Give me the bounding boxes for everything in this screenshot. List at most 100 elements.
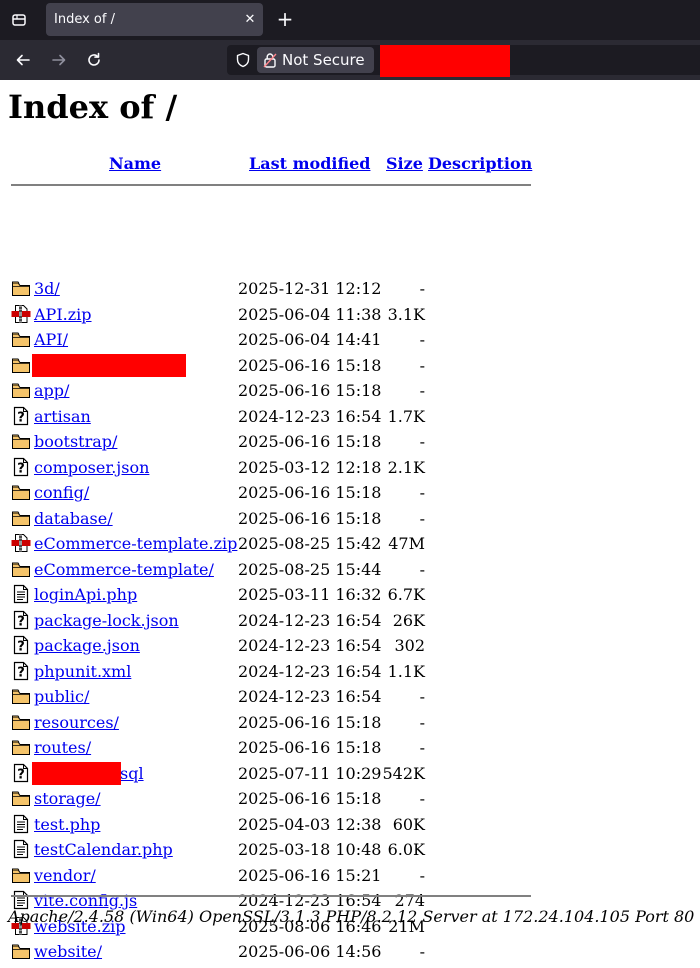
file-link[interactable]: 3d/ bbox=[34, 276, 60, 301]
last-modified-cell: 2025-06-16 15:18 bbox=[238, 738, 382, 757]
table-row: ? artisan 2024-12-23 16:54 1.7K bbox=[0, 404, 700, 429]
size-cell: 1.1K bbox=[387, 661, 425, 681]
file-link[interactable]: public/ bbox=[34, 684, 89, 709]
table-row: ? sql 2025-07-11 10:29 542K bbox=[0, 761, 700, 786]
file-link[interactable]: app/ bbox=[34, 378, 69, 403]
last-modified-cell: 2025-04-03 12:38 bbox=[238, 814, 382, 834]
svg-text:?: ? bbox=[17, 665, 25, 680]
text-file-icon bbox=[11, 814, 31, 834]
size-cell: - bbox=[419, 381, 425, 400]
folder-icon bbox=[11, 865, 31, 885]
file-link[interactable]: sql bbox=[120, 761, 144, 786]
file-link[interactable]: config/ bbox=[34, 480, 89, 505]
table-row: ? composer.json 2025-03-12 12:18 2.1K bbox=[0, 455, 700, 480]
unknown-file-icon: ? bbox=[11, 610, 31, 630]
last-modified-cell: 2025-03-18 10:48 bbox=[238, 840, 382, 859]
size-cell: - bbox=[419, 687, 425, 706]
last-modified-cell: 2025-06-16 15:18 bbox=[238, 789, 382, 808]
size-cell: 2.1K bbox=[387, 457, 425, 477]
address-bar[interactable]: Not Secure bbox=[227, 45, 700, 77]
sort-by-size-link[interactable]: Size bbox=[386, 151, 423, 176]
table-row: storage/2025-06-16 15:18 - bbox=[0, 786, 700, 811]
close-tab-icon[interactable]: ✕ bbox=[237, 12, 263, 27]
table-row: eCommerce-template/2025-08-25 15:44 - bbox=[0, 557, 700, 582]
folder-icon bbox=[11, 712, 31, 732]
size-cell: 542K bbox=[382, 763, 426, 783]
table-row: database/2025-06-16 15:18 - bbox=[0, 506, 700, 531]
file-link[interactable]: API.zip bbox=[34, 302, 92, 327]
new-tab-button[interactable]: + bbox=[274, 8, 296, 30]
column-header-row: Name Last modified Size Description bbox=[0, 151, 700, 176]
folder-icon bbox=[11, 278, 31, 298]
unknown-file-icon: ? bbox=[11, 635, 31, 655]
folder-icon bbox=[11, 355, 31, 375]
table-row: test.php 2025-04-03 12:38 60K bbox=[0, 812, 700, 837]
last-modified-cell: 2025-06-16 15:18 bbox=[238, 355, 382, 375]
last-modified-cell: 2025-06-16 15:21 bbox=[238, 865, 382, 885]
file-link[interactable]: artisan bbox=[34, 404, 91, 429]
file-link[interactable]: testCalendar.php bbox=[34, 837, 173, 862]
file-link[interactable]: package-lock.json bbox=[34, 608, 179, 633]
last-modified-cell: 2024-12-23 16:54 bbox=[238, 636, 382, 655]
table-row: loginApi.php 2025-03-11 16:32 6.7K bbox=[0, 582, 700, 607]
svg-text:?: ? bbox=[17, 767, 25, 782]
file-link[interactable]: phpunit.xml bbox=[34, 659, 131, 684]
last-modified-cell: 2025-06-16 15:18 bbox=[238, 712, 382, 732]
last-modified-cell: 2025-06-16 15:18 bbox=[238, 432, 382, 451]
table-row: ? package-lock.json 2024-12-23 16:54 26K bbox=[0, 608, 700, 633]
file-link[interactable]: loginApi.php bbox=[34, 582, 137, 607]
tab-strip: Index of / ✕ + bbox=[0, 0, 700, 40]
text-file-icon bbox=[11, 839, 31, 859]
redacted-filename bbox=[32, 761, 121, 785]
active-tab[interactable]: Index of / ✕ bbox=[46, 3, 263, 36]
back-arrow-icon[interactable] bbox=[12, 49, 34, 71]
file-link[interactable]: test.php bbox=[34, 812, 100, 837]
folder-icon bbox=[11, 941, 31, 961]
file-link[interactable]: composer.json bbox=[34, 455, 149, 480]
unknown-file-icon: ? bbox=[11, 763, 31, 783]
file-link[interactable]: vendor/ bbox=[34, 863, 96, 888]
compressed-file-icon bbox=[11, 304, 31, 324]
sort-by-name-link[interactable]: Name bbox=[109, 151, 161, 176]
folder-icon bbox=[11, 431, 31, 451]
site-security-button[interactable]: Not Secure bbox=[257, 47, 374, 73]
file-link[interactable]: routes/ bbox=[34, 735, 91, 760]
sort-by-last-modified-link[interactable]: Last modified bbox=[249, 151, 370, 176]
unknown-file-icon: ? bbox=[11, 661, 31, 681]
not-secure-label: Not Secure bbox=[282, 51, 365, 69]
forward-arrow-icon[interactable] bbox=[48, 49, 70, 71]
last-modified-cell: 2025-06-04 11:38 bbox=[238, 304, 382, 324]
table-row: testCalendar.php 2025-03-18 10:48 6.0K bbox=[0, 837, 700, 862]
size-cell: - bbox=[419, 712, 425, 732]
file-link[interactable]: storage/ bbox=[34, 786, 101, 811]
footer-divider bbox=[11, 895, 531, 897]
file-link[interactable]: database/ bbox=[34, 506, 113, 531]
last-modified-cell: 2024-12-23 16:54 bbox=[238, 661, 382, 681]
reload-icon[interactable] bbox=[83, 49, 105, 71]
svg-text:?: ? bbox=[17, 461, 25, 476]
tab-list-icon[interactable] bbox=[8, 9, 30, 31]
table-row: resources/2025-06-16 15:18 - bbox=[0, 710, 700, 735]
folder-icon bbox=[11, 482, 31, 502]
text-file-icon bbox=[11, 584, 31, 604]
redacted-filename bbox=[32, 353, 186, 377]
size-cell: - bbox=[419, 738, 425, 757]
last-modified-cell: 2025-12-31 12:12 bbox=[238, 279, 382, 298]
tab-title: Index of / bbox=[54, 12, 115, 27]
file-link[interactable]: eCommerce-template.zip bbox=[34, 531, 237, 556]
file-link[interactable]: package.json bbox=[34, 633, 140, 658]
file-link[interactable]: resources/ bbox=[34, 710, 119, 735]
folder-icon bbox=[11, 686, 31, 706]
sort-by-description-link[interactable]: Description bbox=[428, 151, 532, 176]
table-row: eCommerce-template.zip 2025-08-25 15:42 47… bbox=[0, 531, 700, 556]
unknown-file-icon: ? bbox=[11, 457, 31, 477]
size-cell: 6.7K bbox=[387, 585, 425, 604]
file-link[interactable]: eCommerce-template/ bbox=[34, 557, 214, 582]
last-modified-cell: 2025-07-11 10:29 bbox=[238, 763, 382, 783]
table-row: API/2025-06-04 14:41 - bbox=[0, 327, 700, 352]
file-link[interactable]: bootstrap/ bbox=[34, 429, 117, 454]
file-link[interactable]: API/ bbox=[34, 327, 68, 352]
table-row: config/2025-06-16 15:18 - bbox=[0, 480, 700, 505]
tracking-protection-shield-icon[interactable] bbox=[234, 51, 252, 69]
svg-text:?: ? bbox=[17, 410, 25, 425]
